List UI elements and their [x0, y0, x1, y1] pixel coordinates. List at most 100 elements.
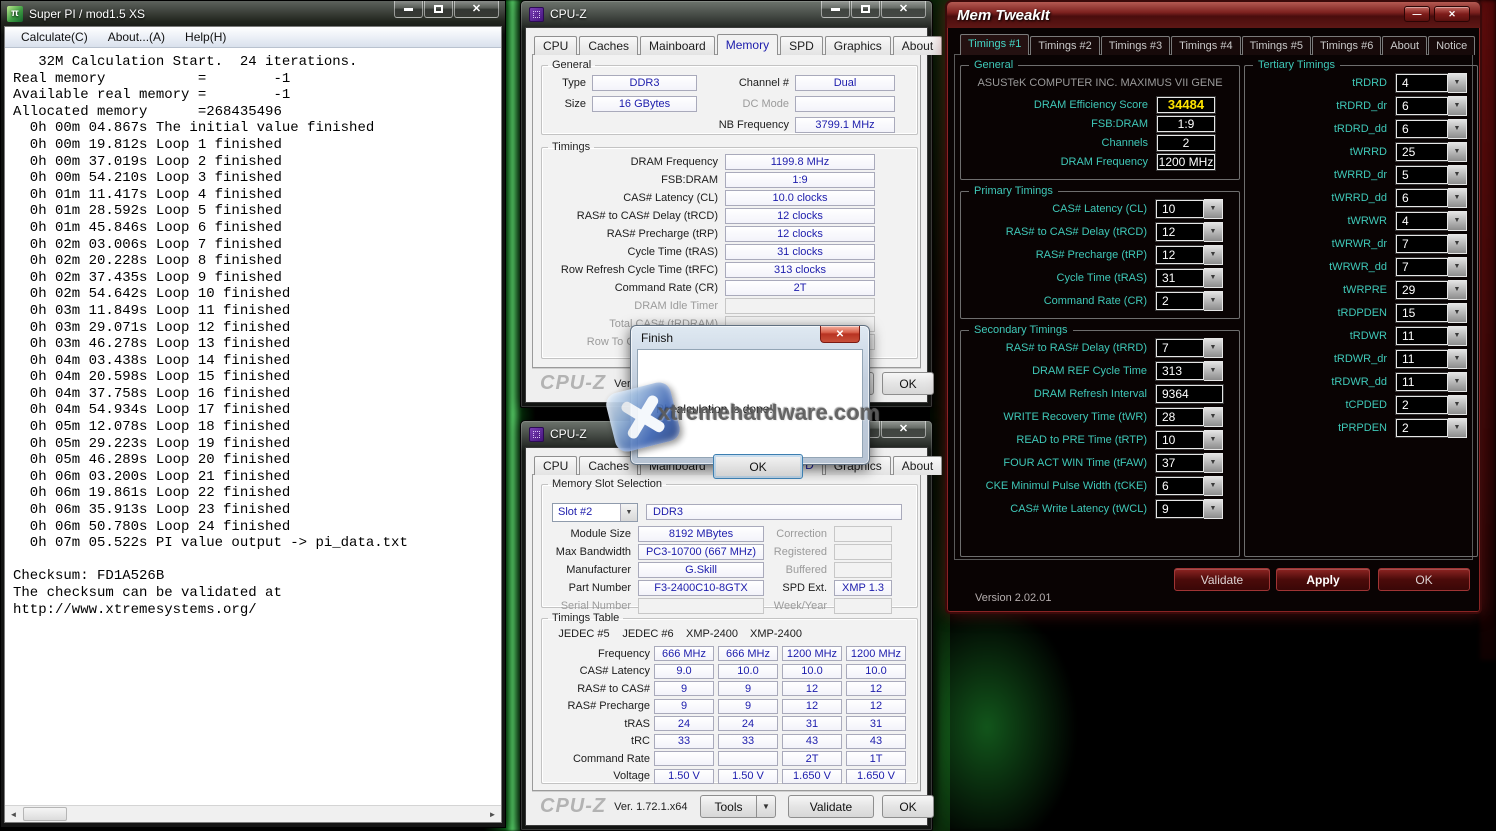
tab[interactable]: Mainboard: [640, 36, 715, 55]
timing-value[interactable]: 4: [1396, 212, 1448, 230]
tab[interactable]: About: [893, 456, 942, 475]
menu-item[interactable]: Calculate(C): [11, 28, 98, 46]
spinner-down-icon[interactable]: ▼: [1204, 338, 1223, 358]
tab[interactable]: Notice: [1428, 36, 1475, 55]
timing-value[interactable]: 31: [1156, 269, 1204, 287]
dialog-ok-button[interactable]: OK: [713, 454, 803, 479]
spinner-down-icon[interactable]: ▼: [1204, 361, 1223, 381]
apply-button[interactable]: Apply: [1276, 568, 1370, 591]
timing-value[interactable]: 4: [1396, 74, 1448, 92]
spinner-down-icon[interactable]: ▼: [1204, 476, 1223, 496]
ok-button[interactable]: OK: [1378, 568, 1470, 591]
spinner-down-icon[interactable]: ▼: [1204, 430, 1223, 450]
spinner-down-icon[interactable]: ▼: [1448, 73, 1467, 93]
spinner-down-icon[interactable]: ▼: [1204, 245, 1223, 265]
timing-value[interactable]: 7: [1156, 339, 1204, 357]
menu-item[interactable]: Help(H): [175, 28, 236, 46]
timing-value[interactable]: 11: [1396, 373, 1448, 391]
timing-value[interactable]: 5: [1396, 166, 1448, 184]
timing-value[interactable]: 7: [1396, 258, 1448, 276]
close-button[interactable]: ✕: [881, 1, 926, 18]
timing-value[interactable]: 2: [1156, 292, 1204, 310]
timing-value[interactable]: 11: [1396, 350, 1448, 368]
timing-value[interactable]: 25: [1396, 143, 1448, 161]
timing-value[interactable]: 6: [1156, 477, 1204, 495]
timing-value[interactable]: 6: [1396, 97, 1448, 115]
tab[interactable]: CPU: [534, 456, 577, 475]
spinner-down-icon[interactable]: ▼: [1204, 499, 1223, 519]
spinner-down-icon[interactable]: ▼: [1448, 142, 1467, 162]
timing-value[interactable]: 12: [1156, 223, 1204, 241]
horizontal-scrollbar[interactable]: ◄ ►: [5, 805, 501, 822]
timing-value[interactable]: 12: [1156, 246, 1204, 264]
timing-value[interactable]: 2: [1396, 396, 1448, 414]
spinner-down-icon[interactable]: ▼: [1204, 291, 1223, 311]
slot-select[interactable]: Slot #2 ▼: [552, 503, 638, 522]
maximize-button[interactable]: [424, 1, 453, 18]
tab[interactable]: CPU: [534, 36, 577, 55]
chevron-down-icon[interactable]: ▼: [620, 504, 637, 521]
tools-dropdown-icon[interactable]: ▼: [756, 795, 776, 818]
timing-value[interactable]: 2: [1396, 419, 1448, 437]
tab[interactable]: Graphics: [825, 36, 891, 55]
spinner-down-icon[interactable]: ▼: [1204, 268, 1223, 288]
timing-value[interactable]: 10: [1156, 200, 1204, 218]
spinner-down-icon[interactable]: ▼: [1448, 211, 1467, 231]
timing-value[interactable]: 313: [1156, 362, 1204, 380]
tab[interactable]: Memory: [717, 34, 778, 55]
tab[interactable]: SPD: [780, 36, 823, 55]
spinner-down-icon[interactable]: ▼: [1448, 96, 1467, 116]
timing-value[interactable]: 28: [1156, 408, 1204, 426]
tab[interactable]: Timings #2: [1030, 36, 1099, 55]
spinner-down-icon[interactable]: ▼: [1204, 222, 1223, 242]
spinner-down-icon[interactable]: ▼: [1448, 280, 1467, 300]
tab[interactable]: Timings #4: [1171, 36, 1240, 55]
close-button[interactable]: ✕: [1434, 6, 1470, 22]
close-button[interactable]: ✕: [454, 1, 499, 18]
timing-value[interactable]: 10: [1156, 431, 1204, 449]
tab[interactable]: Timings #3: [1101, 36, 1170, 55]
spinner-down-icon[interactable]: ▼: [1448, 188, 1467, 208]
spinner-down-icon[interactable]: ▼: [1448, 257, 1467, 277]
tab[interactable]: Timings #5: [1242, 36, 1311, 55]
validate-button[interactable]: Validate: [788, 795, 874, 818]
spinner-down-icon[interactable]: ▼: [1448, 372, 1467, 392]
spinner-down-icon[interactable]: ▼: [1204, 453, 1223, 473]
dialog-close-button[interactable]: ✕: [820, 326, 860, 343]
spinner-down-icon[interactable]: ▼: [1448, 303, 1467, 323]
spinner-down-icon[interactable]: ▼: [1448, 418, 1467, 438]
timing-value[interactable]: 9364: [1156, 385, 1223, 403]
tab[interactable]: About: [1382, 36, 1427, 55]
timing-value[interactable]: 7: [1396, 235, 1448, 253]
spinner-down-icon[interactable]: ▼: [1448, 326, 1467, 346]
close-button[interactable]: ✕: [881, 421, 926, 438]
scroll-right-icon[interactable]: ►: [484, 806, 501, 822]
validate-button[interactable]: Validate: [1174, 568, 1270, 591]
maximize-button[interactable]: [851, 1, 880, 18]
tab[interactable]: About: [893, 36, 942, 55]
minimize-button[interactable]: [821, 1, 850, 18]
timing-value[interactable]: 11: [1396, 327, 1448, 345]
menu-item[interactable]: About...(A): [98, 28, 175, 46]
tab[interactable]: Caches: [579, 36, 638, 55]
spinner-down-icon[interactable]: ▼: [1448, 234, 1467, 254]
scrollbar-thumb[interactable]: [23, 807, 67, 821]
minimize-button[interactable]: [394, 1, 423, 18]
minimize-button[interactable]: —: [1404, 6, 1430, 22]
timing-value[interactable]: 37: [1156, 454, 1204, 472]
timing-value[interactable]: 29: [1396, 281, 1448, 299]
spinner-down-icon[interactable]: ▼: [1204, 199, 1223, 219]
spinner-down-icon[interactable]: ▼: [1204, 407, 1223, 427]
tab[interactable]: Timings #1: [960, 34, 1029, 55]
spinner-down-icon[interactable]: ▼: [1448, 349, 1467, 369]
ok-button[interactable]: OK: [882, 372, 934, 395]
timing-value[interactable]: 15: [1396, 304, 1448, 322]
tab[interactable]: Timings #6: [1312, 36, 1381, 55]
spinner-down-icon[interactable]: ▼: [1448, 395, 1467, 415]
tools-button[interactable]: Tools: [700, 795, 757, 818]
ok-button[interactable]: OK: [882, 795, 934, 818]
spinner-down-icon[interactable]: ▼: [1448, 119, 1467, 139]
timing-value[interactable]: 6: [1396, 120, 1448, 138]
timing-value[interactable]: 6: [1396, 189, 1448, 207]
scroll-left-icon[interactable]: ◄: [5, 806, 22, 822]
